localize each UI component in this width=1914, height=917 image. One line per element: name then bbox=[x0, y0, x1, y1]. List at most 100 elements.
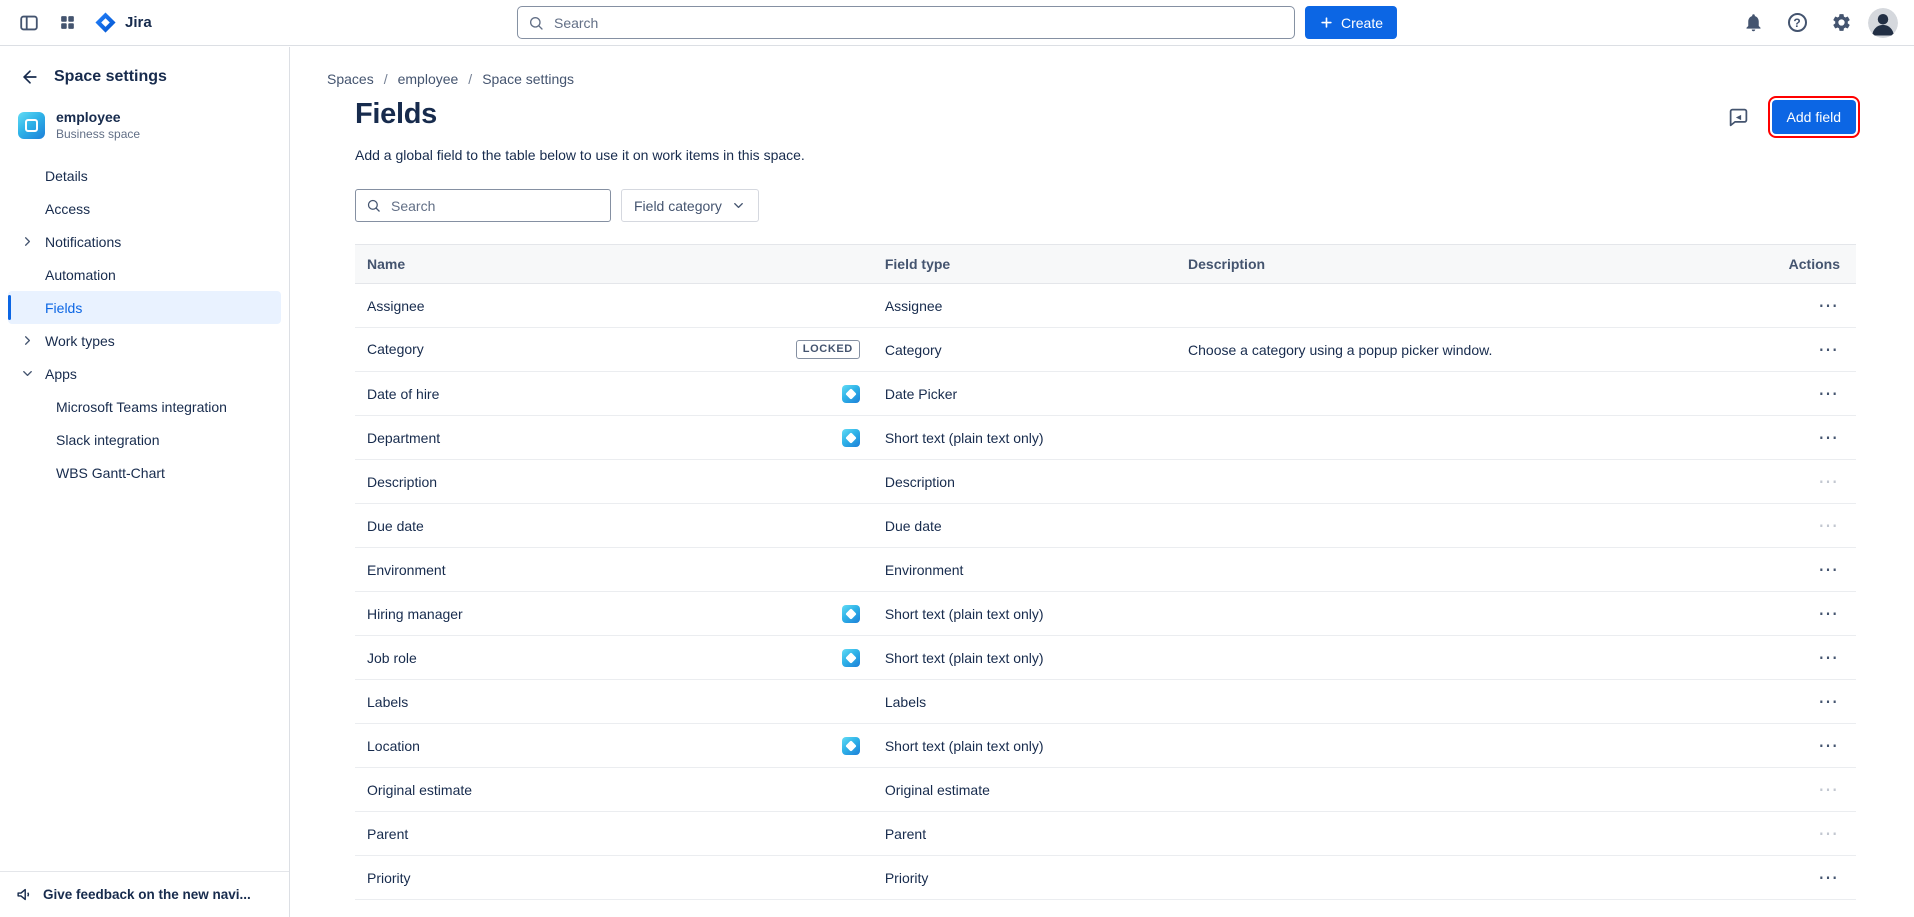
row-actions-button[interactable] bbox=[1816, 384, 1840, 404]
column-header-actions: Actions bbox=[1772, 256, 1856, 272]
fields-search-box[interactable] bbox=[355, 189, 611, 222]
global-search-box[interactable] bbox=[517, 6, 1295, 39]
breadcrumb-spaces[interactable]: Spaces bbox=[327, 71, 374, 87]
table-row: Department Short text (plain text only) bbox=[355, 416, 1856, 460]
page-header: Fields Add field bbox=[355, 98, 1856, 134]
sidebar-title: Space settings bbox=[54, 68, 167, 86]
field-name: Parent bbox=[367, 826, 408, 842]
sidebar-item-automation[interactable]: Automation bbox=[8, 258, 281, 291]
sidebar-item-microsoft-teams-integration[interactable]: Microsoft Teams integration bbox=[8, 390, 281, 423]
field-name: Priority bbox=[367, 870, 411, 886]
table-row: Location Short text (plain text only) bbox=[355, 724, 1856, 768]
avatar-person-icon bbox=[1868, 8, 1898, 38]
row-actions-button[interactable] bbox=[1816, 428, 1840, 448]
custom-field-icon bbox=[842, 385, 860, 403]
sidebar-item-label: Notifications bbox=[45, 234, 121, 250]
column-header-name: Name bbox=[355, 256, 885, 272]
create-button-label: Create bbox=[1341, 15, 1383, 31]
sidebar-toggle-icon bbox=[18, 12, 40, 34]
back-button[interactable] bbox=[18, 65, 42, 89]
field-type: Due date bbox=[885, 518, 1188, 534]
space-info[interactable]: employee Business space bbox=[0, 99, 289, 157]
field-type: Description bbox=[885, 474, 1188, 490]
row-actions-button[interactable] bbox=[1816, 604, 1840, 624]
chevron-down-icon bbox=[731, 198, 746, 213]
field-name: Category bbox=[367, 341, 424, 357]
field-name: Original estimate bbox=[367, 782, 472, 798]
table-row: Assignee Assignee bbox=[355, 284, 1856, 328]
sidebar-item-details[interactable]: Details bbox=[8, 159, 281, 192]
table-row: Reporter Reporter bbox=[355, 900, 1856, 917]
column-header-field-type: Field type bbox=[885, 256, 1188, 272]
chevron-icon bbox=[19, 233, 36, 250]
field-type: Date Picker bbox=[885, 386, 1188, 402]
custom-field-icon bbox=[842, 429, 860, 447]
table-row: Date of hire Date Picker bbox=[355, 372, 1856, 416]
row-actions-button[interactable] bbox=[1816, 472, 1840, 492]
gear-icon bbox=[1831, 12, 1852, 33]
row-actions-button[interactable] bbox=[1816, 868, 1840, 888]
field-name: Environment bbox=[367, 562, 446, 578]
help-button[interactable] bbox=[1780, 6, 1814, 40]
fields-search-input[interactable] bbox=[389, 197, 600, 215]
sidebar-item-label: WBS Gantt-Chart bbox=[56, 465, 165, 481]
app-switcher-button[interactable] bbox=[50, 6, 84, 40]
sidebar-item-access[interactable]: Access bbox=[8, 192, 281, 225]
row-actions-button[interactable] bbox=[1816, 516, 1840, 536]
jira-logo[interactable]: Jira bbox=[94, 11, 152, 34]
sidebar-item-slack-integration[interactable]: Slack integration bbox=[8, 423, 281, 456]
chevron-icon bbox=[19, 332, 36, 349]
feedback-footer-button[interactable]: Give feedback on the new navi... bbox=[0, 871, 289, 917]
topbar-left: Jira bbox=[0, 6, 152, 40]
add-field-button[interactable]: Add field bbox=[1772, 100, 1856, 134]
sidebar-item-label: Access bbox=[45, 201, 90, 217]
breadcrumb-separator: / bbox=[384, 71, 388, 87]
field-name: Department bbox=[367, 430, 440, 446]
row-actions-button[interactable] bbox=[1816, 912, 1840, 917]
create-button[interactable]: Create bbox=[1305, 6, 1397, 39]
field-category-label: Field category bbox=[634, 198, 722, 214]
row-actions-button[interactable] bbox=[1816, 560, 1840, 580]
feedback-button[interactable] bbox=[1722, 100, 1756, 134]
table-header-row: Name Field type Description Actions bbox=[355, 244, 1856, 284]
sidebar-item-apps[interactable]: Apps bbox=[8, 357, 281, 390]
search-icon bbox=[366, 198, 381, 213]
field-type: Short text (plain text only) bbox=[885, 650, 1188, 666]
custom-field-icon bbox=[842, 605, 860, 623]
sidebar-item-wbs-gantt-chart[interactable]: WBS Gantt-Chart bbox=[8, 456, 281, 489]
notifications-button[interactable] bbox=[1736, 6, 1770, 40]
fields-table-body: Assignee Assignee Category LOCKED Catego… bbox=[355, 284, 1856, 917]
custom-field-icon bbox=[842, 649, 860, 667]
app-switcher-icon bbox=[58, 13, 77, 32]
sidebar-toggle-button[interactable] bbox=[12, 6, 46, 40]
breadcrumb: Spaces / employee / Space settings bbox=[327, 71, 1856, 87]
row-actions-button[interactable] bbox=[1816, 340, 1840, 360]
back-arrow-icon bbox=[20, 67, 40, 87]
row-actions-button[interactable] bbox=[1816, 780, 1840, 800]
feedback-bubble-icon bbox=[1728, 107, 1749, 128]
field-type: Assignee bbox=[885, 298, 1188, 314]
sidebar-item-work-types[interactable]: Work types bbox=[8, 324, 281, 357]
field-category-dropdown[interactable]: Field category bbox=[621, 189, 759, 222]
breadcrumb-employee[interactable]: employee bbox=[398, 71, 459, 87]
sidebar-header: Space settings bbox=[0, 47, 289, 99]
sidebar-item-fields[interactable]: Fields bbox=[8, 291, 281, 324]
row-actions-button[interactable] bbox=[1816, 824, 1840, 844]
row-actions-button[interactable] bbox=[1816, 296, 1840, 316]
user-avatar[interactable] bbox=[1868, 8, 1898, 38]
plus-icon bbox=[1319, 15, 1334, 30]
sidebar-item-label: Slack integration bbox=[56, 432, 160, 448]
breadcrumb-current: Space settings bbox=[482, 71, 574, 87]
row-actions-button[interactable] bbox=[1816, 692, 1840, 712]
global-search-input[interactable] bbox=[552, 14, 1284, 32]
search-icon bbox=[528, 15, 544, 31]
column-header-description: Description bbox=[1188, 256, 1772, 272]
row-actions-button[interactable] bbox=[1816, 648, 1840, 668]
row-actions-button[interactable] bbox=[1816, 736, 1840, 756]
table-row: Job role Short text (plain text only) bbox=[355, 636, 1856, 680]
topbar-center: Create bbox=[517, 6, 1397, 39]
sidebar-item-notifications[interactable]: Notifications bbox=[8, 225, 281, 258]
field-name: Assignee bbox=[367, 298, 425, 314]
field-type: Parent bbox=[885, 826, 1188, 842]
settings-button[interactable] bbox=[1824, 6, 1858, 40]
